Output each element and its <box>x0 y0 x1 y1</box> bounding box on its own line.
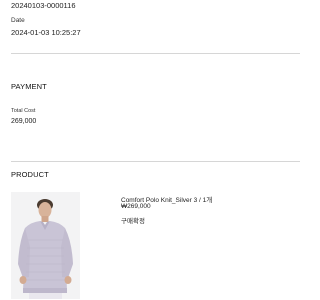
model-wearing-sweater-illustration <box>11 192 80 299</box>
product-price: ₩269,000 <box>121 203 151 210</box>
total-cost-value: 269,000 <box>11 118 37 125</box>
payment-section-title: PAYMENT <box>11 82 47 91</box>
total-cost-label: Total Cost <box>11 108 36 114</box>
order-date-label: Date <box>11 17 25 24</box>
order-date-value: 2024-01-03 10:25:27 <box>11 28 81 37</box>
order-detail-page: 20240103-0000116 Date 2024-01-03 10:25:2… <box>0 0 300 300</box>
section-divider <box>11 161 300 162</box>
section-divider <box>11 53 300 54</box>
product-section-title: PRODUCT <box>11 170 49 179</box>
product-image[interactable] <box>11 192 80 299</box>
purchase-status: 구매확정 <box>121 218 145 225</box>
order-number: 20240103-0000116 <box>11 1 76 10</box>
